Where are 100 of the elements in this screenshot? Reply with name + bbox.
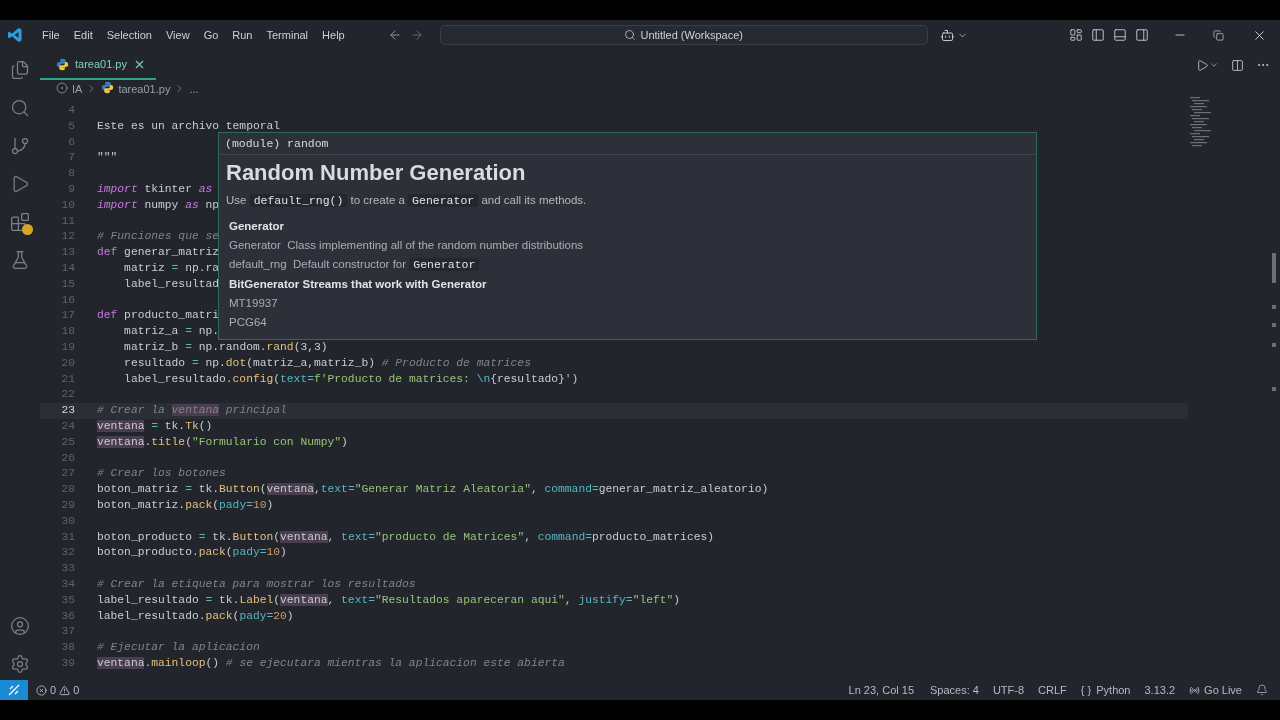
menu-item[interactable]: Go <box>196 26 226 44</box>
line-number: 5 <box>67 118 75 134</box>
breadcrumb-item[interactable]: ... <box>189 81 199 98</box>
line-number: 16 <box>60 292 75 308</box>
code-line: matriz_a = np. <box>123 324 220 340</box>
workspace-name: Untitled (Workspace) <box>640 27 743 43</box>
code-line: boton_producto.pack(pady=10) <box>97 545 287 561</box>
line-number: 8 <box>67 166 75 182</box>
breadcrumb-item[interactable]: IA <box>72 81 83 98</box>
line-number: 17 <box>60 308 75 324</box>
menu-item[interactable]: View <box>158 26 197 44</box>
settings-icon[interactable] <box>10 654 30 674</box>
line-number: 36 <box>60 608 75 624</box>
menu-item[interactable]: Selection <box>99 26 159 44</box>
layout-icon[interactable] <box>1069 28 1083 42</box>
menu-item[interactable]: Terminal <box>259 26 316 44</box>
line-number: 27 <box>60 466 75 482</box>
run-icon[interactable] <box>1196 58 1209 72</box>
line-number: 22 <box>60 387 75 403</box>
cursor-position[interactable]: Ln 23, Col 15 <box>848 681 914 699</box>
line-number: 29 <box>60 497 75 513</box>
line-number: 21 <box>60 371 75 387</box>
menu-item[interactable]: File <box>35 26 67 44</box>
source-control-icon[interactable] <box>10 136 30 156</box>
line-number: 4 <box>67 103 75 118</box>
language-mode[interactable]: Python <box>1096 681 1131 699</box>
account-icon[interactable] <box>10 616 30 636</box>
code-line: # Ejecutar la aplicacion <box>97 640 260 656</box>
warning-badge <box>22 224 33 235</box>
go-live-button[interactable]: Go Live <box>1189 681 1242 699</box>
search-icon <box>624 29 637 41</box>
line-number: 9 <box>67 182 75 197</box>
remote-icon <box>8 684 20 696</box>
code-line: Este es un archivo temporal <box>97 118 281 134</box>
code-line: def generar_matriz <box>97 245 220 261</box>
app-logo-icon <box>7 27 23 43</box>
split-editor-icon[interactable] <box>1231 58 1244 72</box>
code-line: matriz = np.ra <box>123 260 220 276</box>
error-icon <box>36 684 47 696</box>
panel-right-icon[interactable] <box>1135 28 1149 42</box>
code-line: import tkinter as <box>97 182 213 197</box>
remote-button[interactable] <box>0 680 28 700</box>
hover-description: Use default_rng() to create a Generator and call its methods. <box>226 193 587 209</box>
forward-icon[interactable] <box>409 28 424 42</box>
line-number: 6 <box>67 134 75 150</box>
hover-section-title: Generator <box>229 219 284 234</box>
line-number: 32 <box>60 545 75 561</box>
line-number: 30 <box>60 513 75 529</box>
code-line: label_resultad <box>123 276 220 292</box>
line-number: 35 <box>60 592 75 608</box>
explorer-icon[interactable] <box>10 60 30 80</box>
code-line: def producto_matri <box>97 308 220 324</box>
code-line: ventana.mainloop() # se ejecutara mientras la aplicacion este abierta <box>97 655 565 671</box>
warning-icon <box>59 684 71 696</box>
line-number: 12 <box>60 229 75 245</box>
code-line: import numpy as np <box>97 197 220 213</box>
line-number: 10 <box>60 197 75 213</box>
hover-entry: Generator Class implementing all of the random number distributions <box>229 238 584 253</box>
problems-button[interactable]: 0 0 <box>36 681 80 699</box>
line-number: 26 <box>60 450 75 466</box>
menu-item[interactable]: Run <box>225 26 260 44</box>
breadcrumb-item[interactable]: tarea01.py <box>118 81 171 98</box>
back-icon[interactable] <box>387 28 402 42</box>
extensions-icon[interactable] <box>10 212 30 232</box>
line-number: 15 <box>60 276 75 292</box>
panel-bottom-icon[interactable] <box>1113 28 1127 42</box>
line-number: 25 <box>60 434 75 450</box>
minimap-drawing <box>1190 97 1214 149</box>
line-number: 23 <box>60 403 75 419</box>
line-ending[interactable]: CRLF <box>1038 681 1067 699</box>
line-number: 33 <box>60 561 75 577</box>
hover-section-title: BitGenerator Streams that work with Generator <box>229 277 487 292</box>
line-number: 28 <box>60 482 75 498</box>
code-line: # Crear los botones <box>97 466 226 482</box>
panel-left-icon[interactable] <box>1091 28 1105 42</box>
line-number: 38 <box>60 640 75 656</box>
notifications-icon[interactable] <box>1256 684 1268 696</box>
line-number: 34 <box>60 576 75 592</box>
search-icon[interactable] <box>10 98 30 118</box>
line-number: 24 <box>60 418 75 434</box>
code-line: ventana = tk.Tk() <box>97 418 213 434</box>
flask-icon[interactable] <box>10 250 30 270</box>
robot-icon[interactable] <box>939 27 955 43</box>
restore-icon[interactable] <box>1213 29 1224 41</box>
indentation[interactable]: Spaces: 4 <box>930 681 979 699</box>
menu-item[interactable]: Help <box>315 26 352 44</box>
menu-item[interactable]: Edit <box>66 26 100 44</box>
code-line: ventana.title("Formulario con Numpy") <box>97 434 348 450</box>
hover-signature: (module) random <box>225 135 329 152</box>
chevron-down-icon[interactable] <box>1209 60 1219 70</box>
code-line: label_resultado.config(text=f'Producto de matrices: \n{resultado}') <box>123 371 579 387</box>
search-field[interactable]: Untitled (Workspace) <box>439 25 928 45</box>
hover-entry: default_rng Default constructor for Generator <box>229 255 480 274</box>
hover-entry: PCG64 <box>229 315 267 330</box>
line-number: 13 <box>60 245 75 261</box>
code-line: boton_producto = tk.Button(ventana, text="producto de Matrices", command=producto_matrices) <box>97 529 714 545</box>
line-number: 37 <box>60 624 75 640</box>
encoding[interactable]: UTF-8 <box>992 681 1025 699</box>
python-version[interactable]: 3.13.2 <box>1144 681 1176 699</box>
editor-tab[interactable]: tarea01.py <box>40 50 156 80</box>
